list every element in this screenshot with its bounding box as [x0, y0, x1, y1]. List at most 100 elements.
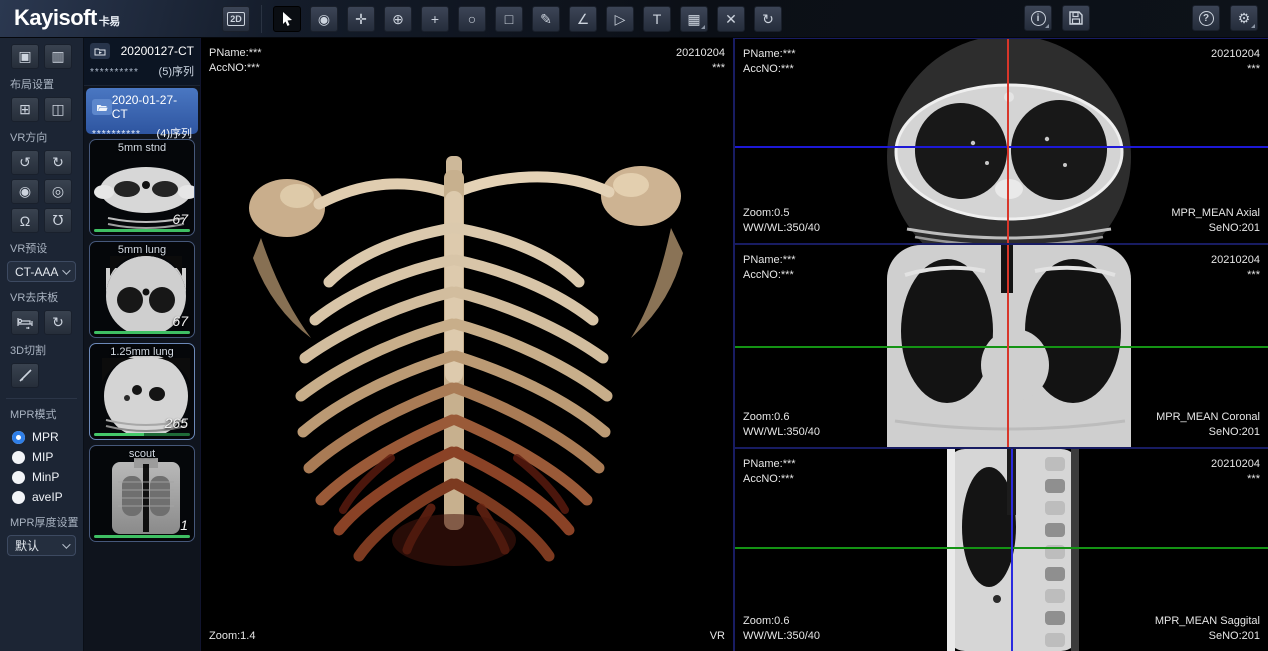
series-number: SeNO:201 — [1156, 425, 1260, 440]
thumbnail-list: 5mm stnd 67 5mm lung 67 — [84, 134, 200, 542]
mpr-mode-radio-mip[interactable]: MIP — [0, 447, 83, 467]
ellipse-icon: ○ — [468, 12, 476, 26]
mpr-thickness-select[interactable]: 默认 — [7, 535, 76, 556]
study-overlay: 20210204 *** — [1211, 47, 1260, 77]
reset-icon: ↻ — [762, 12, 774, 26]
report-button[interactable]: ▥ — [44, 44, 72, 69]
vr-view-anterior-button[interactable]: ◉ — [11, 179, 39, 204]
vr-rotate-right-button[interactable]: ↻ — [44, 150, 72, 175]
accession-number: AccNO:*** — [743, 472, 796, 487]
axial-crosshair-vertical[interactable] — [1007, 39, 1009, 243]
thumbnail-label: 5mm lung — [90, 244, 194, 256]
top-toolbar: Kayisoft卡易 2D ◉ ✛ ⊕ + ○ □ ✎ ∠ ▷ T ▦ ✕ ↻ — [0, 0, 1268, 38]
mpr-sagittal-viewport[interactable]: PName:*** AccNO:*** 20210204 *** Zoom:0.… — [733, 449, 1268, 651]
study-date: 20210204 — [676, 46, 725, 61]
study-overlay: 20210204 *** — [676, 46, 725, 76]
series-count: (5)序列 — [159, 63, 194, 79]
scalpel-button[interactable] — [11, 363, 39, 388]
histogram-button[interactable]: ▦ — [680, 6, 708, 32]
view-posterior-icon: ◎ — [52, 183, 64, 200]
patient-name: PName:*** — [743, 457, 796, 472]
series-overlay: MPR_MEAN Coronal SeNO:201 — [1156, 410, 1260, 440]
reset-view-button[interactable]: ↻ — [754, 6, 782, 32]
delete-annotation-button[interactable]: ✕ — [717, 6, 745, 32]
coronal-crosshair-vertical[interactable] — [1007, 245, 1009, 447]
study-date: 20200127-CT — [121, 44, 194, 58]
layout-grid-button[interactable]: ⊞ — [11, 97, 39, 122]
study-item-20200127[interactable]: 20200127-CT ********** (5)序列 — [84, 38, 200, 86]
mpr-plane-label: MPR_MEAN Saggital — [1155, 614, 1260, 629]
thumbnail-1-25mm-lung[interactable]: 1.25mm lung 265 — [89, 343, 195, 440]
vr-rotate-left-button[interactable]: ↺ — [11, 150, 39, 175]
thumbnail-scout[interactable]: scout 1 — [89, 445, 195, 542]
crosshair-button[interactable]: + — [421, 6, 449, 32]
vr-preset-select[interactable]: CT-AAA — [7, 261, 76, 282]
thumbnail-slice-count: 1 — [180, 517, 188, 533]
thumbnail-slice-count: 265 — [165, 415, 188, 431]
mpr-coronal-viewport[interactable]: PName:*** AccNO:*** 20210204 *** Zoom:0.… — [733, 245, 1268, 449]
export-2d-button[interactable]: 2D — [222, 6, 250, 32]
window-level-button[interactable]: ◉ — [310, 6, 338, 32]
info-button[interactable]: i — [1024, 5, 1052, 31]
mpr-axial-viewport[interactable]: PName:*** AccNO:*** 20210204 *** Zoom:0.… — [733, 38, 1268, 245]
study-id-masked: *** — [676, 61, 725, 76]
radio-icon — [12, 451, 25, 464]
app-window: Kayisoft卡易 2D ◉ ✛ ⊕ + ○ □ ✎ ∠ ▷ T ▦ ✕ ↻ — [0, 0, 1268, 651]
remove-bed-button[interactable] — [11, 310, 39, 335]
pencil-measure-button[interactable]: ✎ — [532, 6, 560, 32]
arrow-annotation-button[interactable]: ▷ — [606, 6, 634, 32]
mpr-mode-radio-mpr[interactable]: MPR — [0, 427, 83, 447]
mpr-mode-radio-aveip[interactable]: aveIP — [0, 487, 83, 507]
patient-id-masked: ********** — [90, 67, 139, 78]
study-overlay: 20210204 *** — [1211, 253, 1260, 283]
vr-view-posterior-button[interactable]: ◎ — [44, 179, 72, 204]
reset-icon: ↻ — [52, 314, 64, 331]
mpr-mode-radio-minp[interactable]: MinP — [0, 467, 83, 487]
vr-reset-button[interactable]: ↻ — [44, 310, 72, 335]
help-button[interactable]: ? — [1192, 5, 1220, 31]
patient-overlay: PName:*** AccNO:*** — [743, 457, 796, 487]
thumbnail-5mm-lung[interactable]: 5mm lung 67 — [89, 241, 195, 338]
ellipse-roi-button[interactable]: ○ — [458, 6, 486, 32]
sagittal-crosshair-vertical[interactable] — [1011, 449, 1013, 651]
study-item-2020-01-27[interactable]: 2020-01-27-CT ********** (4)序列 — [86, 88, 198, 134]
text-annotation-button[interactable]: T — [643, 6, 671, 32]
folder-closed-icon — [90, 43, 110, 59]
rectangle-roi-button[interactable]: □ — [495, 6, 523, 32]
series-panel-icon: ▣ — [18, 48, 31, 65]
pointer-icon — [280, 11, 295, 27]
accession-number: AccNO:*** — [743, 268, 796, 283]
study-date: 2020-01-27-CT — [112, 93, 192, 121]
load-progress-bar — [94, 229, 190, 232]
pan-button[interactable]: ✛ — [347, 6, 375, 32]
study-id-masked: *** — [1211, 472, 1260, 487]
logo-suffix: 卡易 — [99, 16, 120, 28]
study-id-masked: *** — [1211, 62, 1260, 77]
patient-overlay: PName:*** AccNO:*** — [743, 47, 796, 77]
thumbnail-5mm-stnd[interactable]: 5mm stnd 67 — [89, 139, 195, 236]
patient-name: PName:*** — [209, 46, 262, 61]
save-button[interactable] — [1062, 5, 1090, 31]
axial-crosshair-horizontal[interactable] — [735, 146, 1268, 148]
window-level: WW/WL:350/40 — [743, 425, 820, 440]
pointer-tool-button[interactable] — [273, 6, 301, 32]
save-icon — [1069, 11, 1083, 25]
thumbnail-slice-count: 67 — [172, 313, 188, 329]
sagittal-crosshair-horizontal[interactable] — [735, 547, 1268, 549]
load-progress-bar — [94, 331, 190, 334]
vr-direction-label: VR方向 — [10, 129, 83, 145]
series-panel-toggle-button[interactable]: ▣ — [11, 44, 39, 69]
zoom-tool-button[interactable]: ⊕ — [384, 6, 412, 32]
vr-view-head-button[interactable]: Ω — [11, 208, 39, 233]
layout-split-button[interactable]: ◫ — [44, 97, 72, 122]
angle-measure-button[interactable]: ∠ — [569, 6, 597, 32]
vr-viewport[interactable]: PName:*** AccNO:*** 20210204 *** Zoom:1.… — [200, 38, 733, 651]
coronal-crosshair-horizontal[interactable] — [735, 346, 1268, 348]
study-id-masked: *** — [1211, 268, 1260, 283]
vr-view-feet-button[interactable]: ℧ — [44, 208, 72, 233]
export-2d-icon: 2D — [227, 12, 245, 26]
window-level-icon: ◉ — [318, 12, 330, 26]
settings-button[interactable]: ⚙ — [1230, 5, 1258, 31]
app-logo: Kayisoft卡易 — [14, 5, 120, 31]
chevron-down-icon — [62, 540, 70, 548]
